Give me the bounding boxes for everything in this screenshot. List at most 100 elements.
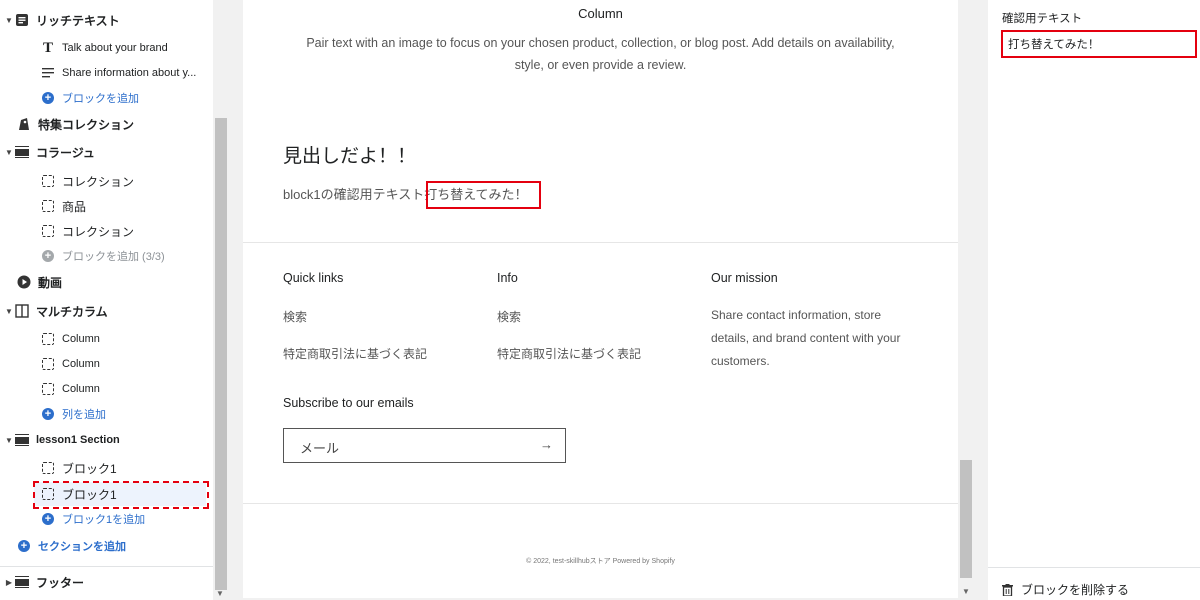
highlight-dashed-box <box>33 481 209 509</box>
sidebar-scroll-thumb[interactable] <box>215 118 227 590</box>
column-title: Column <box>578 6 623 21</box>
tree-item-label: マルチカラム <box>36 304 108 319</box>
plus-circle-icon: + <box>42 250 54 262</box>
footer-mission-text-line3: customers. <box>711 354 770 368</box>
section-heading: 見出しだよ！！ <box>283 146 417 167</box>
tree-item-label: コレクション <box>62 174 135 189</box>
plus-circle-icon: + <box>42 513 54 525</box>
tree-item-footer[interactable]: ▶ フッター <box>4 570 84 594</box>
caret-down-icon[interactable]: ▼ <box>4 307 14 316</box>
footer-link[interactable]: 特定商取引法に基づく表記 <box>497 345 641 362</box>
add-block1-label: ブロック1を追加 <box>62 514 146 526</box>
play-circle-icon <box>16 274 32 290</box>
tree-item-collage-block[interactable]: 商品 <box>40 194 86 218</box>
columns-icon <box>14 303 30 319</box>
tree-item-label: Column <box>62 333 100 345</box>
store-preview: Column Pair text with an image to focus … <box>243 0 958 598</box>
add-block-button-disabled: + ブロックを追加 (3/3) <box>40 244 165 268</box>
footer-link[interactable]: 検索 <box>283 308 307 325</box>
add-block-label: ブロックを追加 <box>62 93 139 105</box>
tree-item-collage[interactable]: ▼ コラージュ <box>4 140 95 164</box>
collection-tag-icon <box>16 116 32 132</box>
caret-down-icon[interactable]: ▼ <box>4 148 14 157</box>
tree-item-label: 動画 <box>38 275 63 290</box>
section-layout-icon <box>14 144 30 160</box>
highlight-box <box>426 181 541 209</box>
block-text-prefix: block1の確認用テキスト <box>283 187 425 202</box>
caret-down-icon[interactable]: ▼ <box>4 436 14 445</box>
divider <box>988 567 1200 568</box>
scroll-down-arrow-icon[interactable]: ▼ <box>962 587 970 596</box>
caret-down-icon[interactable]: ▼ <box>4 16 14 25</box>
delete-block-label: ブロックを削除する <box>1021 583 1130 597</box>
tree-item-label: Talk about your brand <box>62 42 168 54</box>
footer-bottom-divider <box>243 503 958 504</box>
email-input[interactable]: メール → <box>283 428 566 463</box>
block-bracket-icon <box>42 383 54 395</box>
tree-item-label: Column <box>62 358 100 370</box>
tree-item-video[interactable]: 動画 <box>16 270 62 294</box>
footer-info-title: Info <box>497 271 518 285</box>
tree-item-collage-block[interactable]: コレクション <box>40 219 134 243</box>
block-bracket-icon <box>42 225 54 237</box>
add-column-button[interactable]: + 列を追加 <box>40 402 106 426</box>
tree-item-column[interactable]: Column <box>40 327 100 351</box>
tree-item-label: 特集コレクション <box>38 117 135 132</box>
add-section-label: セクションを追加 <box>38 541 126 553</box>
tree-item-block1[interactable]: ブロック1 <box>40 456 117 480</box>
sidebar-scrollbar[interactable]: ▼ <box>213 0 229 600</box>
add-block1-button[interactable]: + ブロック1を追加 <box>40 507 145 531</box>
text-block-icon <box>14 12 30 28</box>
paragraph-lines-icon <box>40 65 56 81</box>
preview-scroll-thumb[interactable] <box>960 460 972 578</box>
add-column-label: 列を追加 <box>62 409 106 421</box>
tree-item-multicolumn[interactable]: ▼ マルチカラム <box>4 299 108 323</box>
preview-scrollbar[interactable]: ▼ <box>958 0 974 600</box>
block-bracket-icon <box>42 175 54 187</box>
tree-item-column[interactable]: Column <box>40 377 100 401</box>
delete-block-button[interactable]: ブロックを削除する <box>1002 581 1129 598</box>
tree-item-label: ブロック1 <box>62 461 117 476</box>
trash-icon <box>1002 583 1013 596</box>
add-block-label: ブロックを追加 (3/3) <box>62 251 165 263</box>
tree-item-rich-text[interactable]: ▼ リッチテキスト <box>4 8 120 32</box>
tree-item-column[interactable]: Column <box>40 352 100 376</box>
subscribe-title: Subscribe to our emails <box>283 396 414 410</box>
tree-item-label: 商品 <box>62 199 87 214</box>
copyright-text: © 2022, test-skillhubストア Powered by Shop… <box>526 558 675 565</box>
arrow-right-icon[interactable]: → <box>540 437 553 452</box>
highlight-box <box>1001 30 1197 58</box>
block-bracket-icon <box>42 333 54 345</box>
caret-right-icon[interactable]: ▶ <box>4 578 14 587</box>
block-bracket-icon <box>42 462 54 474</box>
footer-quick-links-title: Quick links <box>283 271 344 285</box>
tree-item-label: Share information about y... <box>62 67 197 79</box>
tree-item-lesson1-section[interactable]: ▼ lesson1 Section <box>4 428 120 452</box>
add-block-button[interactable]: + ブロックを追加 <box>40 86 139 110</box>
tree-item-label: コレクション <box>62 224 135 239</box>
email-placeholder: メール <box>300 441 340 456</box>
footer-link[interactable]: 検索 <box>497 308 521 325</box>
column-description-line2: style, or even provide a review. <box>514 58 687 72</box>
tree-item-collage-block[interactable]: コレクション <box>40 169 134 193</box>
tree-item-label: フッター <box>36 575 85 590</box>
block-settings-panel: 確認用テキスト 打ち替えてみた！ ブロックを削除する <box>988 0 1200 600</box>
scroll-down-arrow-icon[interactable]: ▼ <box>216 589 224 598</box>
block-bracket-icon <box>42 200 54 212</box>
footer-divider <box>243 242 958 243</box>
footer-mission-text-line2: details, and brand content with your <box>711 331 901 345</box>
tree-item-text-block[interactable]: Share information about y... <box>40 61 196 85</box>
footer-mission-text-line1: Share contact information, store <box>711 308 882 322</box>
tree-item-label: リッチテキスト <box>36 13 120 28</box>
tree-item-featured-collection[interactable]: 特集コレクション <box>16 112 134 136</box>
footer-mission-title: Our mission <box>711 271 778 285</box>
tree-item-label: Column <box>62 383 100 395</box>
divider <box>0 566 213 567</box>
tree-item-heading-block[interactable]: T Talk about your brand <box>40 36 168 60</box>
section-layout-icon <box>14 574 30 590</box>
column-description-line1: Pair text with an image to focus on your… <box>306 36 895 50</box>
add-section-button[interactable]: + セクションを追加 <box>16 534 126 558</box>
plus-circle-icon: + <box>42 408 54 420</box>
footer-link[interactable]: 特定商取引法に基づく表記 <box>283 345 427 362</box>
plus-circle-icon: + <box>42 92 54 104</box>
